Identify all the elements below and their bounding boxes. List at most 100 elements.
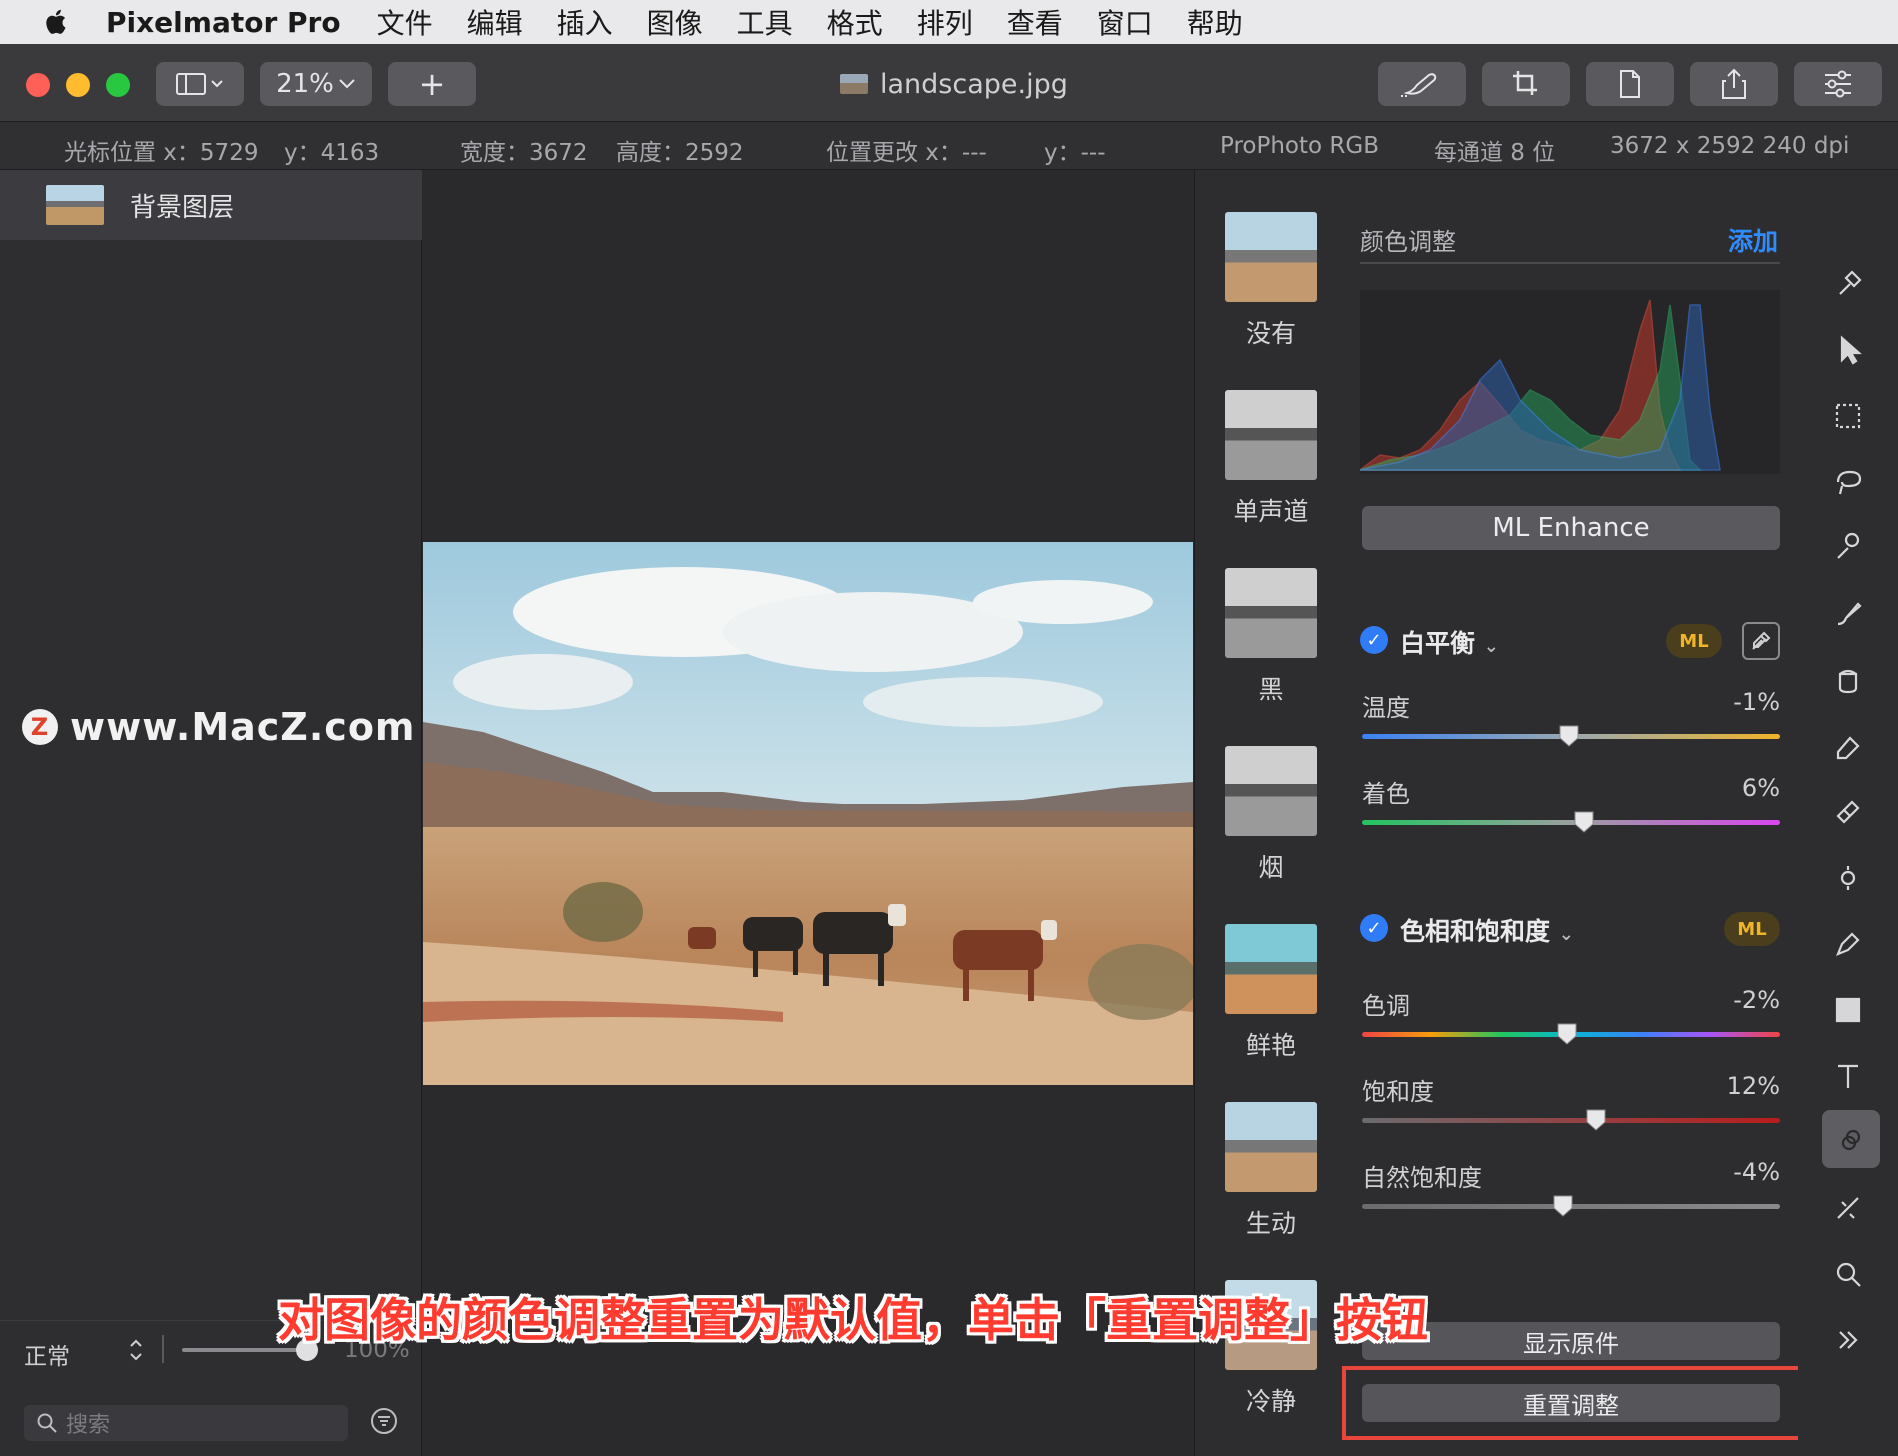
pen-tool-button[interactable]: [1824, 920, 1872, 968]
layer-thumbnail: [46, 185, 104, 225]
preset-item[interactable]: 单声道: [1225, 390, 1317, 528]
zoom-dropdown[interactable]: 21%: [260, 62, 372, 106]
menu-tools[interactable]: 工具: [737, 2, 793, 42]
app-menu[interactable]: Pixelmator Pro: [106, 6, 341, 39]
filter-icon[interactable]: [370, 1407, 398, 1435]
layer-row[interactable]: 背景图层: [0, 170, 422, 240]
arrange-tool-icon: [1839, 270, 1862, 295]
format-button[interactable]: [1586, 62, 1674, 106]
preset-item[interactable]: 鲜艳: [1225, 924, 1317, 1062]
white-balance-checkbox[interactable]: ✓: [1360, 626, 1388, 654]
sidebar-toggle-button[interactable]: [156, 62, 244, 106]
layers-sidebar: 背景图层 Z www.MacZ.com 正常 100% 搜索: [0, 170, 422, 1456]
search-icon: [37, 1413, 57, 1433]
divider: [162, 1335, 164, 1363]
arrange-tool-button[interactable]: [1824, 260, 1872, 308]
preset-item[interactable]: 黑: [1225, 568, 1317, 706]
add-button[interactable]: +: [388, 62, 476, 106]
preset-label: 单声道: [1233, 497, 1309, 526]
crop-button[interactable]: [1482, 62, 1570, 106]
size-dpi: 3672 x 2592 240 dpi: [1610, 133, 1850, 159]
preset-thumbnail: [1225, 390, 1317, 480]
shape-button[interactable]: [1824, 986, 1872, 1034]
rect-select-button[interactable]: [1824, 392, 1872, 440]
hue-saturation-slider-1-value[interactable]: 12%: [1680, 1072, 1780, 1100]
preset-thumbnail: [1225, 212, 1317, 302]
zoom-icon: [1836, 1262, 1861, 1287]
cursor-y-readout: y：4163: [284, 140, 380, 166]
brush-settings-button[interactable]: [1378, 62, 1466, 106]
share-button[interactable]: [1690, 62, 1778, 106]
menu-window[interactable]: 窗口: [1097, 2, 1153, 42]
zoom-window-button[interactable]: [106, 73, 130, 97]
hue-saturation-slider-1-knob[interactable]: [1585, 1108, 1607, 1132]
white-balance-ml-button[interactable]: ML: [1666, 624, 1722, 658]
select-arrow-button[interactable]: [1824, 326, 1872, 374]
preset-item[interactable]: 生动: [1225, 1102, 1317, 1240]
paint-bucket-button[interactable]: [1824, 656, 1872, 704]
white-balance-slider-0-knob[interactable]: [1558, 724, 1580, 748]
quick-select-icon: [1837, 532, 1860, 559]
white-balance-title[interactable]: 白平衡 ⌄: [1400, 624, 1499, 660]
lasso-button[interactable]: [1824, 458, 1872, 506]
document-thumbnail: [840, 74, 868, 94]
white-balance-slider-0-value[interactable]: -1%: [1680, 688, 1780, 716]
white-balance-slider-1-track[interactable]: [1362, 820, 1780, 825]
paint-brush-button[interactable]: [1824, 590, 1872, 638]
width-readout: 宽度：3672: [460, 140, 588, 166]
menu-insert[interactable]: 插入: [557, 2, 613, 42]
ml-enhance-button[interactable]: ML Enhance: [1362, 506, 1780, 550]
canvas-image[interactable]: [423, 542, 1193, 1085]
document-icon: [1620, 70, 1640, 98]
hue-saturation-title[interactable]: 色相和饱和度 ⌄: [1400, 912, 1574, 948]
sliders-icon: [1825, 70, 1851, 98]
menu-format[interactable]: 格式: [827, 2, 883, 42]
more-tools-button[interactable]: [1824, 1316, 1872, 1364]
layer-search-input[interactable]: 搜索: [24, 1405, 348, 1441]
menu-view[interactable]: 查看: [1007, 2, 1063, 42]
effects-button[interactable]: [1824, 1184, 1872, 1232]
hue-saturation-slider-2-value[interactable]: -4%: [1680, 1158, 1780, 1186]
apple-icon[interactable]: [42, 7, 72, 37]
hue-saturation-checkbox[interactable]: ✓: [1360, 914, 1388, 942]
add-adjustment-link[interactable]: 添加: [1728, 222, 1778, 258]
hue-saturation-slider-2-label: 自然饱和度: [1362, 1164, 1482, 1192]
repair-button[interactable]: [1824, 788, 1872, 836]
menu-help[interactable]: 帮助: [1187, 2, 1243, 42]
divider: [1360, 262, 1780, 264]
hue-saturation-ml-button[interactable]: ML: [1724, 912, 1780, 946]
adjustments-toggle-button[interactable]: [1794, 62, 1882, 106]
color-adjust-button[interactable]: [1822, 1110, 1880, 1168]
hue-saturation-slider-0-label: 色调: [1362, 992, 1410, 1020]
white-balance-slider-1-value[interactable]: 6%: [1680, 774, 1780, 802]
text-button[interactable]: [1824, 1052, 1872, 1100]
menu-image[interactable]: 图像: [647, 2, 703, 42]
white-balance-picker-button[interactable]: [1742, 622, 1780, 660]
menu-file[interactable]: 文件: [377, 2, 433, 42]
hue-saturation-slider-0-knob[interactable]: [1556, 1022, 1578, 1046]
zoom-button[interactable]: [1824, 1250, 1872, 1298]
hue-saturation-slider-1-track[interactable]: [1362, 1118, 1780, 1123]
blend-mode-select[interactable]: 正常: [24, 1337, 70, 1371]
preset-item[interactable]: 烟: [1225, 746, 1317, 884]
text-icon: [1838, 1064, 1858, 1088]
menu-edit[interactable]: 编辑: [467, 2, 523, 42]
hue-saturation-slider-2-knob[interactable]: [1552, 1194, 1574, 1218]
close-window-button[interactable]: [26, 73, 50, 97]
minimize-window-button[interactable]: [66, 73, 90, 97]
chevron-updown-icon[interactable]: [128, 1337, 144, 1363]
clone-button[interactable]: [1824, 854, 1872, 902]
tutorial-caption: 对图像的颜色调整重置为默认值，单击「重置调整」按钮: [278, 1293, 1428, 1347]
preset-label: 烟: [1258, 853, 1284, 882]
move-y-readout: y：---: [1044, 140, 1106, 166]
eraser-button[interactable]: [1824, 722, 1872, 770]
preset-item[interactable]: 没有: [1225, 212, 1317, 350]
menu-arrange[interactable]: 排列: [917, 2, 973, 42]
white-balance-slider-1-knob[interactable]: [1573, 810, 1595, 834]
sidebar-icon: [176, 73, 223, 95]
white-balance-slider-1-label: 着色: [1362, 780, 1410, 808]
white-balance-slider-0-label: 温度: [1362, 694, 1410, 722]
preset-label: 冷静: [1245, 1387, 1296, 1416]
hue-saturation-slider-0-value[interactable]: -2%: [1680, 986, 1780, 1014]
quick-select-button[interactable]: [1824, 524, 1872, 572]
